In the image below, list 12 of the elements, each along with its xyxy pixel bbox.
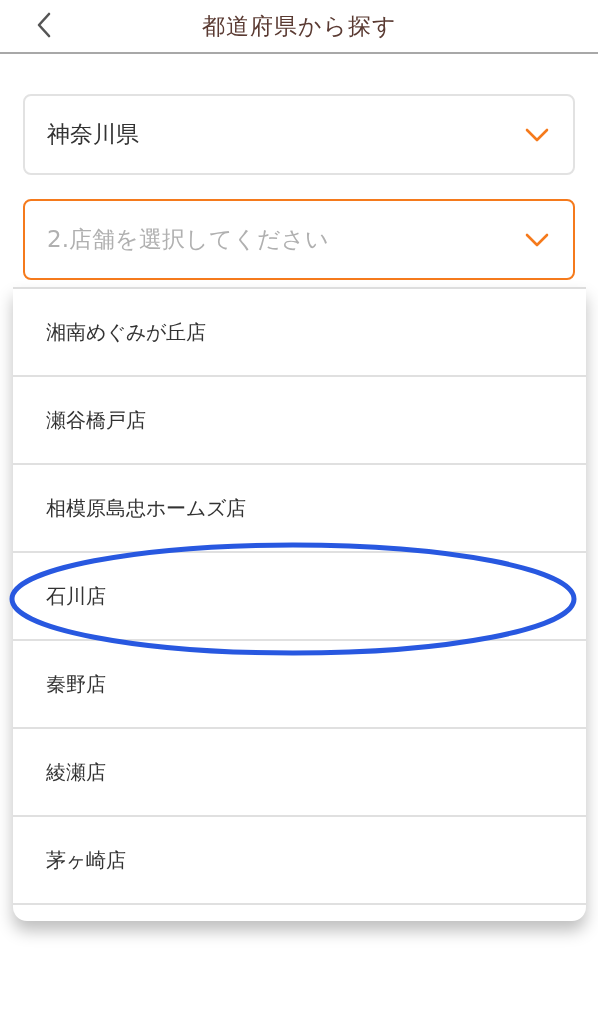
store-option[interactable]: 湘南めぐみが丘店 — [13, 289, 586, 377]
store-option[interactable]: 石川店 — [13, 553, 586, 641]
store-option[interactable]: 綾瀬店 — [13, 729, 586, 817]
page-title: 都道府県から探す — [201, 11, 397, 41]
chevron-down-icon — [525, 127, 549, 142]
chevron-down-icon — [525, 232, 549, 247]
store-option[interactable]: 相模原島忠ホームズ店 — [13, 465, 586, 553]
store-option[interactable]: 茅ヶ崎店 — [13, 817, 586, 905]
prefecture-select[interactable]: 神奈川県 — [23, 94, 575, 175]
store-option[interactable]: 瀬谷橋戸店 — [13, 377, 586, 465]
store-option[interactable]: 秦野店 — [13, 641, 586, 729]
back-chevron-icon — [36, 12, 52, 38]
